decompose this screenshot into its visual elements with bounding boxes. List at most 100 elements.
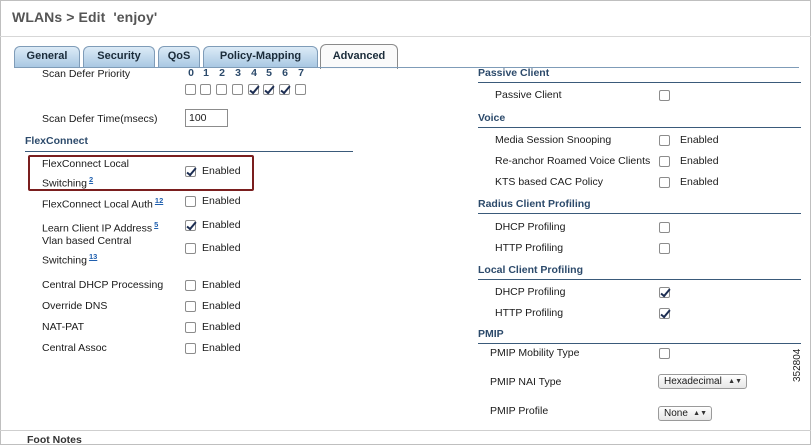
pmip-nai-select[interactable]: Hexadecimal ▲▼	[658, 374, 747, 389]
priority-checkbox[interactable]	[263, 84, 274, 95]
tab-qos[interactable]: QoS	[158, 46, 200, 67]
local-profiling-row-label: DHCP Profiling	[495, 286, 566, 298]
priority-number: 2	[219, 67, 225, 79]
tab-advanced[interactable]: Advanced	[320, 44, 398, 69]
priority-number: 3	[235, 67, 241, 79]
flexconnect-checkbox[interactable]	[185, 243, 196, 254]
scan-defer-time-label: Scan Defer Time(msecs)	[42, 113, 158, 125]
priority-checkbox[interactable]	[248, 84, 259, 95]
flexconnect-heading: FlexConnect	[25, 135, 89, 147]
voice-row-label: Media Session Snooping	[495, 134, 612, 146]
footnote-link[interactable]: 12	[155, 196, 163, 205]
priority-number: 4	[251, 67, 257, 79]
priority-checkbox[interactable]	[216, 84, 227, 95]
flexconnect-checkbox[interactable]	[185, 301, 196, 312]
flexconnect-checkbox[interactable]	[185, 220, 196, 231]
flexconnect-row-label: Central DHCP Processing	[42, 277, 177, 293]
pmip-nai-label: PMIP NAI Type	[490, 376, 562, 388]
enabled-label: Enabled	[202, 165, 241, 177]
tab-security[interactable]: Security	[83, 46, 155, 67]
foot-notes-heading: Foot Notes	[27, 434, 82, 446]
select-arrows-icon: ▲▼	[693, 410, 707, 417]
voice-row-checkbox[interactable]	[659, 177, 670, 188]
enabled-label: Enabled	[680, 134, 719, 146]
pmip-heading: PMIP	[478, 328, 504, 340]
pmip-profile-value: None	[664, 408, 688, 419]
priority-checkbox[interactable]	[185, 84, 196, 95]
passive-client-heading: Passive Client	[478, 67, 550, 79]
priority-checkbox[interactable]	[232, 84, 243, 95]
flexconnect-row-label: Override DNS	[42, 298, 177, 314]
voice-row-label: Re-anchor Roamed Voice Clients	[495, 155, 651, 167]
pmip-divider	[478, 343, 801, 344]
flexconnect-row-text: NAT-PAT	[42, 321, 84, 333]
priority-checkbox[interactable]	[279, 84, 290, 95]
passive-client-label: Passive Client	[495, 89, 562, 101]
flexconnect-row-text: Override DNS	[42, 300, 108, 312]
enabled-label: Enabled	[680, 176, 719, 188]
flexconnect-row-label: FlexConnect Local Auth 12	[42, 193, 177, 213]
enabled-label: Enabled	[202, 342, 241, 354]
page-title: WLANs > Edit 'enjoy'	[12, 9, 158, 25]
flexconnect-row-text: Central Assoc	[42, 342, 107, 354]
pmip-profile-select[interactable]: None ▲▼	[658, 406, 712, 421]
local-profiling-row-checkbox[interactable]	[659, 308, 670, 319]
tab-underline	[14, 67, 799, 68]
local-profiling-row-checkbox[interactable]	[659, 287, 670, 298]
flexconnect-divider	[25, 151, 353, 152]
voice-row-label: KTS based CAC Policy	[495, 176, 603, 188]
flexconnect-checkbox[interactable]	[185, 166, 196, 177]
flexconnect-row-label: NAT-PAT	[42, 319, 177, 335]
tab-policy-mapping[interactable]: Policy-Mapping	[203, 46, 318, 67]
priority-number: 1	[203, 67, 209, 79]
priority-number: 7	[298, 67, 304, 79]
flexconnect-checkbox[interactable]	[185, 343, 196, 354]
flexconnect-row-text: Vlan based Central Switching	[42, 235, 132, 267]
voice-row-checkbox[interactable]	[659, 156, 670, 167]
pmip-profile-label: PMIP Profile	[490, 405, 549, 417]
priority-number: 6	[282, 67, 288, 79]
radius-profiling-heading: Radius Client Profiling	[478, 198, 591, 210]
footer-divider	[0, 430, 811, 431]
local-profiling-heading: Local Client Profiling	[478, 264, 584, 276]
flexconnect-checkbox[interactable]	[185, 322, 196, 333]
pmip-mobility-checkbox[interactable]	[659, 348, 670, 359]
local-profiling-divider	[478, 279, 801, 280]
radius-profiling-row-checkbox[interactable]	[659, 243, 670, 254]
enabled-label: Enabled	[680, 155, 719, 167]
enabled-label: Enabled	[202, 242, 241, 254]
enabled-label: Enabled	[202, 219, 241, 231]
flexconnect-checkbox[interactable]	[185, 280, 196, 291]
footnote-link[interactable]: 13	[89, 252, 97, 261]
priority-number: 5	[266, 67, 272, 79]
pmip-mobility-label: PMIP Mobility Type	[490, 347, 580, 359]
flexconnect-row-text: FlexConnect Local Switching	[42, 158, 129, 190]
tab-general[interactable]: General	[14, 46, 80, 67]
radius-profiling-row-label: HTTP Profiling	[495, 242, 564, 254]
flexconnect-row-text: Central DHCP Processing	[42, 279, 164, 291]
flexconnect-row-label: Central Assoc	[42, 340, 177, 356]
enabled-label: Enabled	[202, 300, 241, 312]
footnote-link[interactable]: 2	[89, 175, 93, 184]
priority-checkbox[interactable]	[295, 84, 306, 95]
enabled-label: Enabled	[202, 321, 241, 333]
voice-heading: Voice	[478, 112, 506, 124]
passive-client-checkbox[interactable]	[659, 90, 670, 101]
radius-profiling-row-checkbox[interactable]	[659, 222, 670, 233]
scan-defer-priority-label: Scan Defer Priority	[42, 68, 131, 80]
pmip-nai-value: Hexadecimal	[664, 376, 722, 387]
figure-code: 352804	[792, 348, 803, 382]
priority-checkbox[interactable]	[200, 84, 211, 95]
radius-profiling-row-label: DHCP Profiling	[495, 221, 566, 233]
priority-number: 0	[188, 67, 194, 79]
flexconnect-checkbox[interactable]	[185, 196, 196, 207]
voice-divider	[478, 127, 801, 128]
passive-client-divider	[478, 82, 801, 83]
flexconnect-row-label: FlexConnect Local Switching 2	[42, 156, 142, 192]
footnote-link[interactable]: 5	[154, 220, 158, 229]
scan-defer-time-input[interactable]: 100	[185, 109, 228, 127]
voice-row-checkbox[interactable]	[659, 135, 670, 146]
enabled-label: Enabled	[202, 279, 241, 291]
local-profiling-row-label: HTTP Profiling	[495, 307, 564, 319]
flexconnect-row-label: Vlan based Central Switching 13	[42, 233, 142, 269]
